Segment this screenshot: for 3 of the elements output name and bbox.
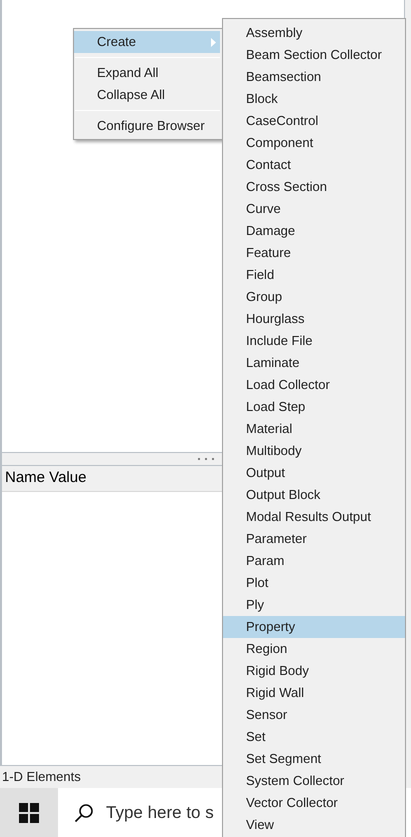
search-placeholder: Type here to s — [106, 802, 214, 824]
column-header: Name Value — [5, 468, 86, 488]
status-text: 1-D Elements — [2, 768, 81, 786]
